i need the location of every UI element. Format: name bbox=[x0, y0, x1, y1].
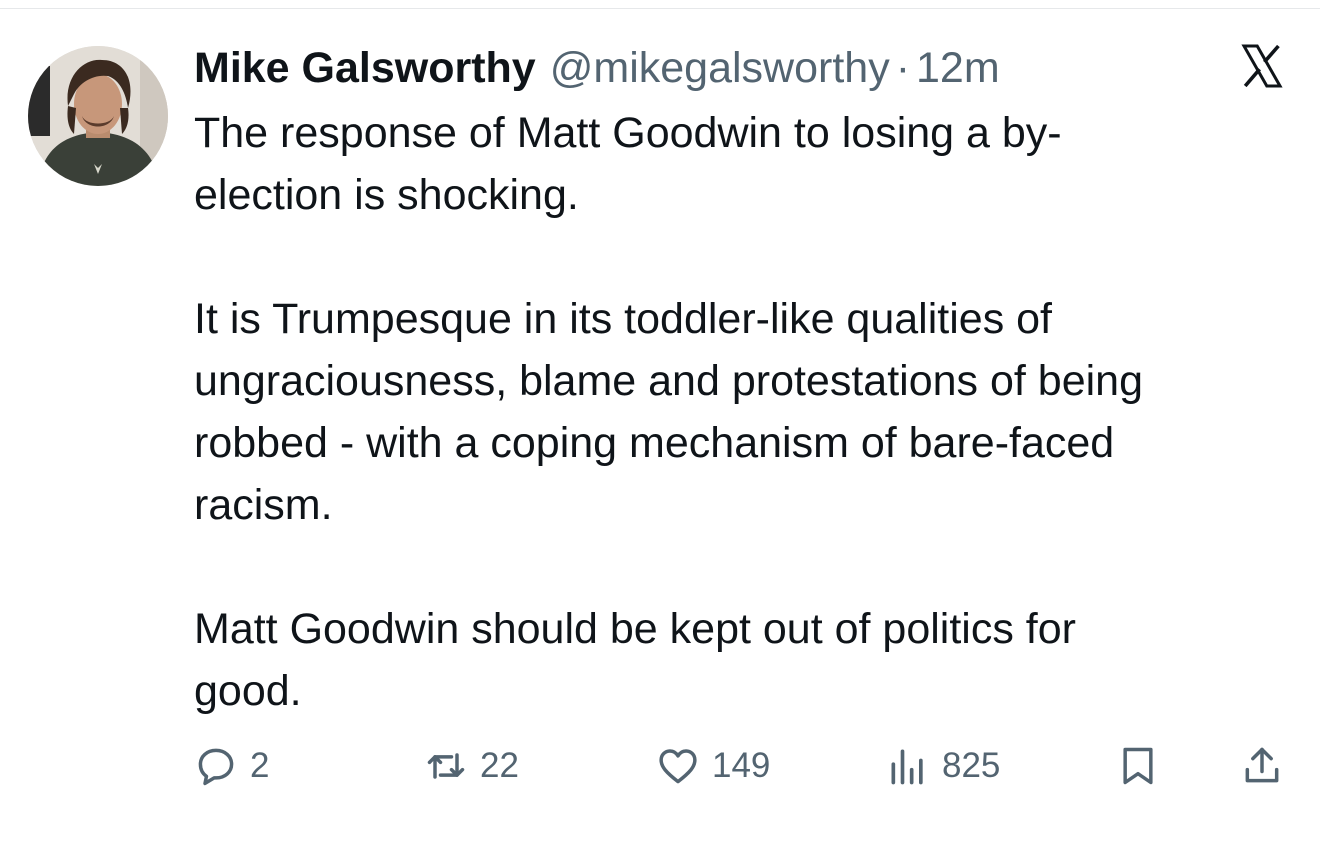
tweet-paragraph: Matt Goodwin should be kept out of polit… bbox=[194, 605, 1076, 715]
tweet-timestamp[interactable]: 12m bbox=[916, 40, 1000, 96]
like-button[interactable]: 149 bbox=[656, 740, 770, 792]
tweet-header: Mike Galsworthy @mikegalsworthy · 12m bbox=[194, 40, 1000, 96]
author-display-name[interactable]: Mike Galsworthy bbox=[194, 40, 536, 96]
avatar[interactable] bbox=[28, 46, 168, 186]
views-button[interactable]: 825 bbox=[886, 740, 1000, 792]
author-handle[interactable]: @mikegalsworthy bbox=[550, 40, 890, 96]
bookmark-button[interactable] bbox=[1116, 740, 1160, 792]
share-icon bbox=[1240, 744, 1284, 788]
header-separator: · bbox=[895, 44, 911, 92]
heart-icon bbox=[656, 744, 700, 788]
repost-button[interactable]: 22 bbox=[424, 740, 519, 792]
share-button[interactable] bbox=[1240, 740, 1284, 792]
tweet-text: The response of Matt Goodwin to losing a… bbox=[194, 102, 1294, 722]
reply-icon bbox=[194, 744, 238, 788]
top-divider bbox=[0, 8, 1320, 9]
reply-count: 2 bbox=[250, 746, 270, 785]
repost-icon bbox=[424, 744, 468, 788]
tweet-paragraph: It is Trumpesque in its toddler-like qua… bbox=[194, 295, 1144, 529]
reply-button[interactable]: 2 bbox=[194, 740, 269, 792]
avatar-image bbox=[28, 46, 168, 186]
repost-count: 22 bbox=[480, 746, 519, 785]
tweet-paragraph: The response of Matt Goodwin to losing a… bbox=[194, 109, 1062, 219]
views-icon bbox=[886, 744, 930, 788]
x-logo-icon[interactable] bbox=[1238, 42, 1286, 90]
bookmark-icon bbox=[1116, 744, 1160, 788]
like-count: 149 bbox=[712, 746, 771, 785]
view-count: 825 bbox=[942, 746, 1001, 785]
